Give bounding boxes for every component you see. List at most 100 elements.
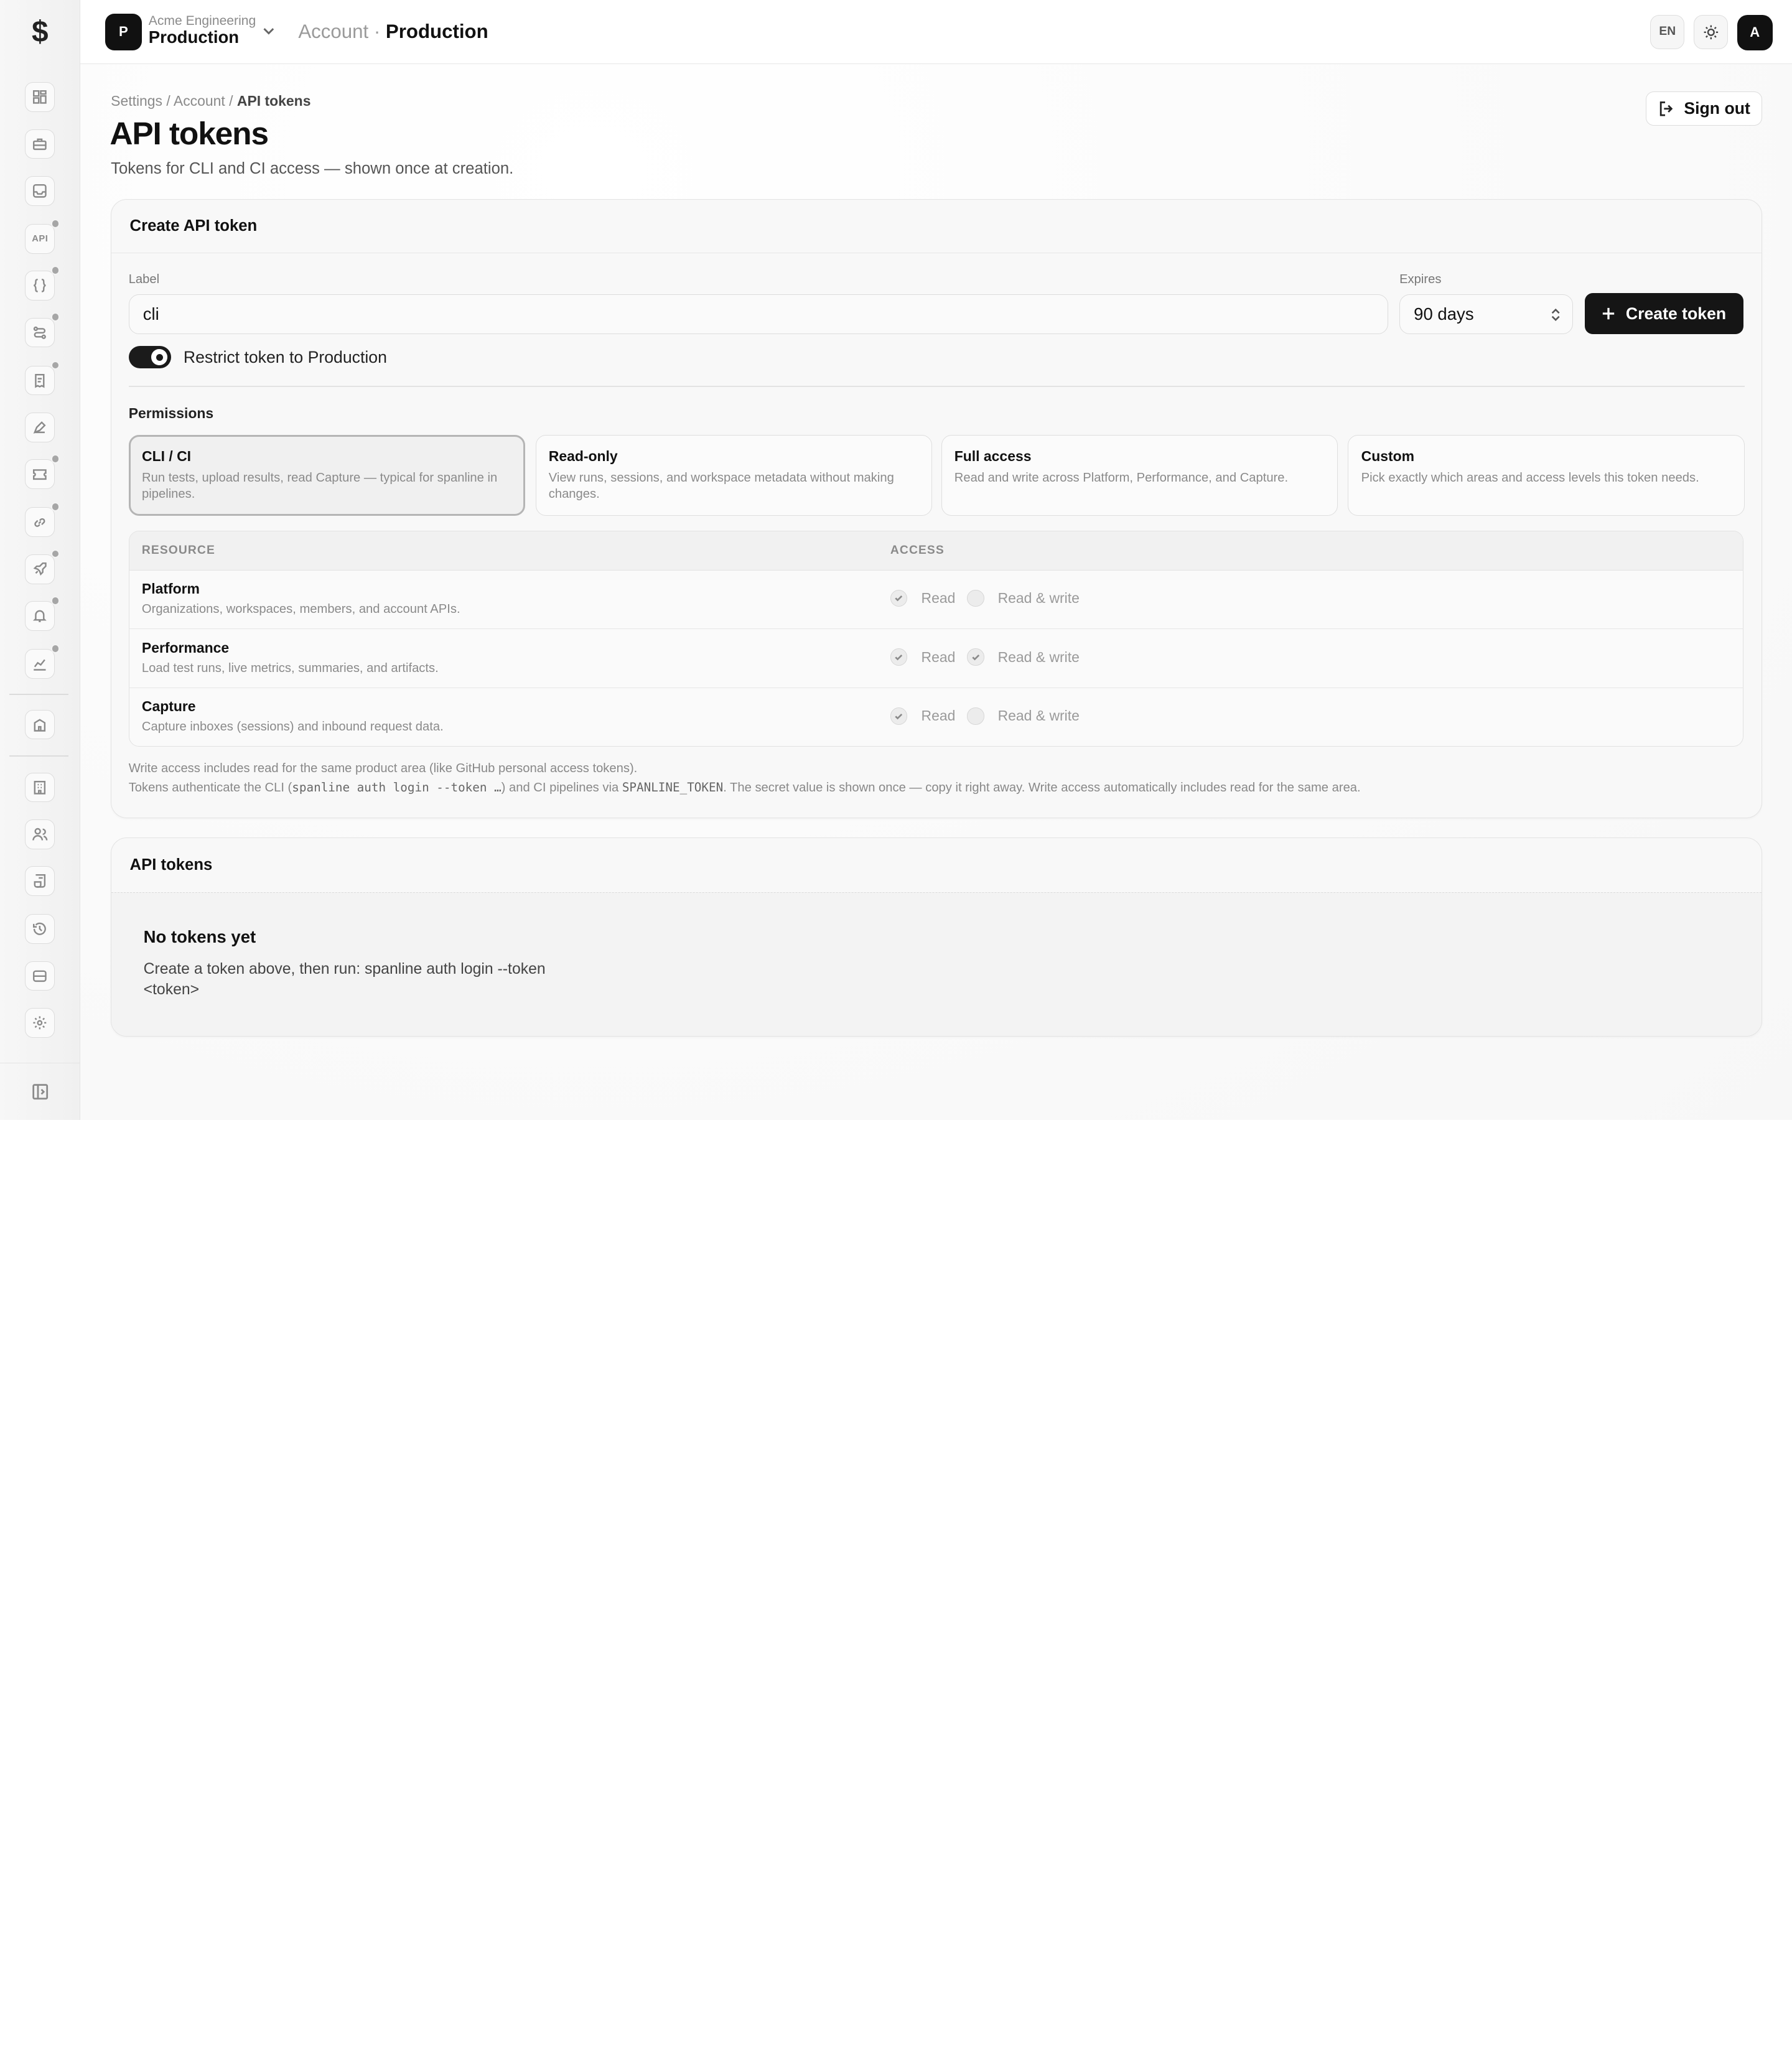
dashboard-icon xyxy=(33,90,47,104)
notification-dot xyxy=(50,266,60,275)
sun-icon xyxy=(1704,25,1718,39)
notification-dot xyxy=(50,502,60,511)
resource-access-table: RESOURCE ACCESS Platform Organizations, … xyxy=(128,531,1743,747)
workspace-org-name: Acme Engineering xyxy=(148,14,256,29)
sidebar-item-api[interactable]: API xyxy=(25,218,60,254)
organization-icon xyxy=(34,780,46,795)
token-label-input[interactable]: cli xyxy=(128,294,1388,335)
sidebar-item-organization[interactable] xyxy=(25,772,55,803)
preset-custom[interactable]: Custom Pick exactly which areas and acce… xyxy=(1348,434,1745,516)
pen-tool-icon xyxy=(34,421,47,434)
write-label: Read & write xyxy=(997,590,1080,607)
sidebar-item-links[interactable] xyxy=(25,502,60,538)
read-label: Read xyxy=(921,590,956,607)
check-icon xyxy=(895,595,903,602)
sidebar-item-workspace[interactable] xyxy=(25,709,55,740)
write-checkbox[interactable] xyxy=(966,707,984,725)
create-token-label: Create token xyxy=(1625,304,1727,323)
sidebar-item-settings[interactable] xyxy=(25,1007,55,1038)
select-arrows-icon xyxy=(1551,309,1560,322)
sidebar-item-code[interactable] xyxy=(25,266,60,301)
sidebar-item-alerts[interactable] xyxy=(25,595,60,631)
expires-select[interactable]: 90 days xyxy=(1399,294,1574,335)
column-header-resource: RESOURCE xyxy=(141,544,215,557)
create-token-button[interactable]: Create token xyxy=(1584,293,1743,335)
workspace-avatar[interactable]: P xyxy=(105,14,142,50)
write-checkbox[interactable] xyxy=(966,589,984,607)
table-header: RESOURCE ACCESS xyxy=(129,531,1743,571)
workspace-name[interactable]: Production xyxy=(149,27,239,47)
sidebar-item-analytics[interactable] xyxy=(25,644,60,679)
users-icon xyxy=(32,828,48,841)
breadcrumb-account[interactable]: Account xyxy=(174,93,225,109)
read-checkbox[interactable] xyxy=(890,589,908,607)
topbar-crumb-account[interactable]: Account xyxy=(298,21,368,42)
ticket-icon xyxy=(33,469,47,480)
api-tokens-card: API tokens No tokens yet Create a token … xyxy=(111,837,1763,1037)
notification-dot xyxy=(50,360,60,370)
sidebar-item-inbox[interactable] xyxy=(25,175,55,206)
note-text: ) and CI pipelines via xyxy=(501,780,622,795)
sidebar: $ API xyxy=(0,0,80,1120)
read-option[interactable]: Read xyxy=(890,648,955,666)
brand-logo[interactable]: $ xyxy=(0,0,80,64)
topbar: P Acme Engineering Production Account · … xyxy=(80,0,1792,64)
sidebar-divider xyxy=(9,755,69,757)
restrict-toggle[interactable] xyxy=(128,345,171,369)
theme-toggle-button[interactable] xyxy=(1693,14,1729,49)
note-text: . The secret value is shown once — copy … xyxy=(723,780,1361,795)
table-row: Performance Load test runs, live metrics… xyxy=(129,629,1743,688)
note-text: Tokens authenticate the CLI ( xyxy=(128,780,292,795)
token-usage-note: Tokens authenticate the CLI (spanline au… xyxy=(129,780,1361,795)
empty-state: No tokens yet Create a token above, then… xyxy=(111,892,1762,1036)
sidebar-item-deploy[interactable] xyxy=(25,549,60,584)
expires-value: 90 days xyxy=(1414,304,1474,324)
preset-title: CLI / CI xyxy=(142,448,192,465)
sidebar-item-members[interactable] xyxy=(25,819,55,849)
read-label: Read xyxy=(921,648,956,665)
sidebar-item-storage[interactable] xyxy=(25,961,55,991)
preset-read-only[interactable]: Read-only View runs, sessions, and works… xyxy=(535,434,932,516)
page-title: API tokens xyxy=(110,114,269,151)
briefcase-icon xyxy=(33,138,47,150)
sidebar-item-billing[interactable] xyxy=(25,866,55,896)
breadcrumb-settings[interactable]: Settings xyxy=(111,93,162,109)
write-option[interactable]: Read & write xyxy=(966,707,1080,725)
sidebar-item-audit-log[interactable] xyxy=(25,914,55,945)
sidebar-item-projects[interactable] xyxy=(25,129,55,159)
write-checkbox[interactable] xyxy=(966,648,984,666)
sign-out-icon xyxy=(1659,101,1673,116)
gear-icon xyxy=(33,1016,47,1030)
receipt-icon xyxy=(34,874,46,888)
sidebar-toggle-icon[interactable] xyxy=(31,1083,49,1101)
chart-icon xyxy=(34,659,46,671)
sidebar-item-routes[interactable] xyxy=(25,312,60,348)
resource-description: Load test runs, live metrics, summaries,… xyxy=(141,661,439,675)
user-avatar[interactable]: A xyxy=(1737,14,1773,50)
api-tokens-heading: API tokens xyxy=(129,856,213,874)
sidebar-item-reports[interactable] xyxy=(25,360,60,396)
read-checkbox[interactable] xyxy=(890,648,908,666)
preset-full-access[interactable]: Full access Read and write across Platfo… xyxy=(941,434,1338,516)
label-caption: Label xyxy=(128,273,160,287)
read-checkbox[interactable] xyxy=(890,707,908,725)
resource-description: Capture inboxes (sessions) and inbound r… xyxy=(141,720,444,734)
restrict-toggle-label[interactable]: Restrict token to Production xyxy=(184,348,387,367)
permissions-title: Permissions xyxy=(128,405,214,422)
write-option[interactable]: Read & write xyxy=(966,648,1080,666)
sidebar-item-tickets[interactable] xyxy=(25,454,60,490)
sign-out-button[interactable]: Sign out xyxy=(1645,91,1763,126)
language-button[interactable]: EN xyxy=(1650,14,1685,49)
sidebar-footer xyxy=(0,1063,80,1120)
notification-dot xyxy=(50,454,60,464)
empty-state-title: No tokens yet xyxy=(143,926,256,946)
sidebar-item-dashboard[interactable] xyxy=(25,82,55,112)
read-option[interactable]: Read xyxy=(890,707,955,725)
read-option[interactable]: Read xyxy=(890,589,956,607)
preset-cli-ci[interactable]: CLI / CI Run tests, upload results, read… xyxy=(128,434,526,516)
sidebar-item-design[interactable] xyxy=(25,413,55,442)
workspace-switcher-button[interactable] xyxy=(261,23,277,39)
write-option[interactable]: Read & write xyxy=(966,589,1080,607)
preset-title: Full access xyxy=(954,448,1032,465)
topbar-crumb-current: Production xyxy=(385,21,488,43)
